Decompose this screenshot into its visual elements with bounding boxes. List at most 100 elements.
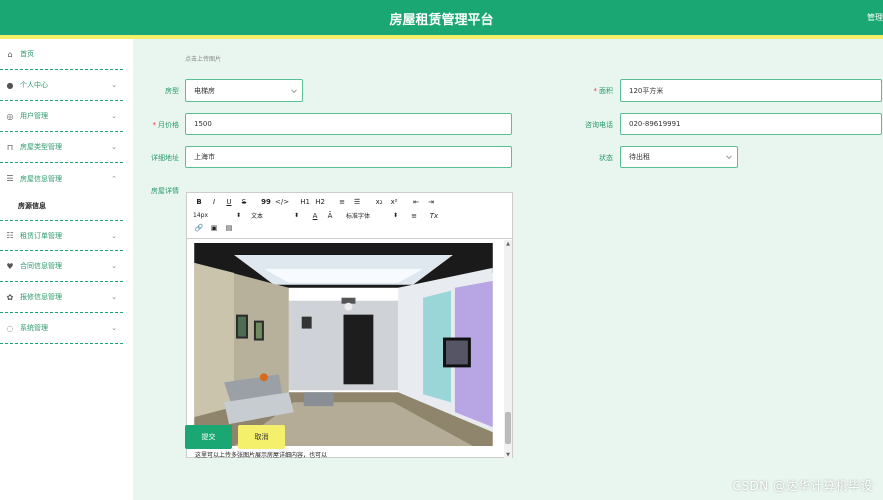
chevron-down-icon: ⌄ [111, 293, 117, 301]
sidebar-item-label: 系统管理 [20, 324, 48, 332]
background-color-button[interactable]: Ā [324, 212, 336, 220]
sidebar-item-house-types[interactable]: ⊓ 房屋类型管理 ⌄ [0, 132, 123, 163]
sidebar-item-house-info[interactable]: ☰ 房屋信息管理 ⌃ [0, 163, 123, 194]
updown-icon: ⬍ [293, 212, 299, 219]
submit-button[interactable]: 提交 [185, 425, 232, 449]
details-label: 房屋详情 [151, 187, 179, 195]
area-value: 120平方米 [629, 86, 664, 95]
editor-content[interactable]: 这里可以上传多张图片展示房屋详细内容，也可以 ▲ ▼ [187, 240, 512, 459]
bullet-list-button[interactable]: ☰ [351, 198, 363, 206]
quote-button[interactable]: 99 [260, 198, 272, 206]
upload-hint[interactable]: 点击上传图片 [185, 54, 221, 63]
scroll-up-icon[interactable]: ▲ [504, 240, 512, 248]
home-icon: ⌂ [7, 49, 13, 59]
sidebar-item-label: 租赁订单管理 [20, 231, 62, 240]
sidebar: ⌂ 首页 ● 个人中心 ⌄ ◎ 用户管理 ⌄ ⊓ 房屋类型管理 ⌄ ☰ 房屋信息… [0, 39, 133, 500]
settings-icon: ◌ [6, 323, 14, 333]
clear-format-button[interactable]: Tx [428, 212, 440, 220]
sidebar-item-label: 房屋信息管理 [20, 174, 62, 183]
rich-text-editor[interactable]: B I U S 99 </> H1 H2 ≡ ☰ x₂ x² ⇤ ⇥ 14px ⬍… [186, 192, 513, 459]
underline-button[interactable]: U [223, 198, 235, 206]
video-icon[interactable]: ▤ [223, 224, 235, 232]
font-size-select[interactable]: 14px ⬍ [193, 212, 241, 219]
watermark: CSDN @达华计算机毕设 [732, 479, 873, 493]
sidebar-item-orders[interactable]: ☷ 租赁订单管理 ⌄ [0, 220, 123, 251]
sidebar-item-label: 房屋类型管理 [20, 143, 62, 151]
chevron-down-icon: ⌄ [111, 324, 117, 332]
users-icon: ◎ [6, 111, 14, 121]
sidebar-item-contracts[interactable]: ♥ 合同信息管理 ⌄ [0, 251, 123, 282]
app-title: 房屋租赁管理平台 [389, 13, 494, 28]
phone-input[interactable]: 020-89619991 [620, 113, 882, 135]
house-type-value: 电梯房 [194, 86, 215, 95]
link-icon[interactable]: 🔗 [193, 224, 205, 232]
font-family-select[interactable]: 标准字体 ⬍ [346, 211, 398, 220]
type-icon: ⊓ [6, 142, 14, 152]
repair-icon: ✿ [6, 292, 14, 302]
editor-toolbar: B I U S 99 </> H1 H2 ≡ ☰ x₂ x² ⇤ ⇥ 14px ⬍… [187, 193, 512, 239]
chevron-down-icon: ⌄ [111, 262, 117, 270]
superscript-button[interactable]: x² [388, 198, 400, 206]
code-button[interactable]: </> [275, 198, 289, 206]
chevron-down-icon: ⌄ [111, 231, 117, 240]
sidebar-item-label: 报修信息管理 [20, 293, 62, 301]
monthly-price-label-text: 月价格 [158, 121, 179, 129]
sidebar-item-home[interactable]: ⌂ 首页 [0, 39, 123, 70]
sidebar-item-label: 首页 [20, 50, 34, 58]
h2-button[interactable]: H2 [314, 198, 326, 206]
chevron-down-icon: ⌄ [111, 81, 117, 89]
editor-scrollbar[interactable]: ▲ ▼ [504, 240, 512, 459]
chevron-down-icon [291, 86, 297, 93]
area-input[interactable]: 120平方米 [620, 79, 882, 102]
top-header: 房屋租赁管理平台 管理 [0, 0, 883, 35]
monthly-price-label: * 月价格 [152, 121, 180, 129]
sidebar-subitem-listings[interactable]: 房源信息 [18, 201, 46, 211]
align-button[interactable]: ≡ [408, 212, 420, 220]
indent-button[interactable]: ⇥ [425, 198, 437, 206]
font-style-value: 文本 [251, 213, 264, 220]
updown-icon: ⬍ [235, 212, 241, 219]
monthly-price-input[interactable]: 1500 [185, 113, 512, 135]
subscript-button[interactable]: x₂ [373, 198, 385, 206]
living-room-photo [194, 243, 493, 446]
ordered-list-button[interactable]: ≡ [336, 198, 348, 206]
toolbar-row-style: 14px ⬍ 文本 ⬍ A Ā 标准字体 ⬍ ≡ Tx [193, 211, 443, 221]
user-icon: ● [6, 80, 14, 90]
sidebar-item-repairs[interactable]: ✿ 报修信息管理 ⌄ [0, 282, 123, 313]
status-select[interactable]: 待出租 [620, 146, 738, 168]
h1-button[interactable]: H1 [299, 198, 311, 206]
scroll-down-icon[interactable]: ▼ [504, 451, 512, 459]
list-icon: ☰ [6, 174, 14, 183]
bold-button[interactable]: B [193, 198, 205, 206]
contract-icon: ♥ [6, 261, 14, 271]
house-type-select[interactable]: 电梯房 [185, 79, 303, 102]
sidebar-item-users[interactable]: ◎ 用户管理 ⌄ [0, 101, 123, 132]
updown-icon: ⬍ [392, 212, 398, 219]
sidebar-item-label: 用户管理 [20, 112, 48, 120]
scroll-thumb[interactable] [505, 412, 511, 444]
status-value: 待出租 [629, 153, 650, 161]
italic-button[interactable]: I [208, 198, 220, 206]
font-color-button[interactable]: A [309, 212, 321, 220]
phone-label: 咨询电话 [585, 121, 613, 129]
font-style-select[interactable]: 文本 ⬍ [251, 211, 299, 220]
font-family-value: 标准字体 [346, 213, 371, 220]
chevron-down-icon: ⌄ [111, 112, 117, 120]
user-menu[interactable]: 管理 [867, 12, 883, 23]
address-label: 详细地址 [151, 154, 179, 162]
address-input[interactable]: 上海市 [185, 146, 512, 168]
image-icon[interactable]: ▣ [208, 224, 220, 232]
font-size-value: 14px [193, 212, 208, 219]
chevron-up-icon: ⌃ [111, 174, 117, 183]
area-label: * 面积 [593, 87, 614, 95]
order-icon: ☷ [6, 231, 14, 240]
toolbar-row-insert: 🔗 ▣ ▤ [193, 224, 238, 232]
strike-button[interactable]: S [238, 198, 250, 206]
cancel-button[interactable]: 取消 [238, 425, 285, 449]
sidebar-item-label: 合同信息管理 [20, 262, 62, 270]
sidebar-item-personal[interactable]: ● 个人中心 ⌄ [0, 70, 123, 101]
phone-value: 020-89619991 [629, 120, 681, 128]
area-label-text: 面积 [599, 87, 613, 95]
outdent-button[interactable]: ⇤ [410, 198, 422, 206]
sidebar-item-system[interactable]: ◌ 系统管理 ⌄ [0, 313, 123, 344]
